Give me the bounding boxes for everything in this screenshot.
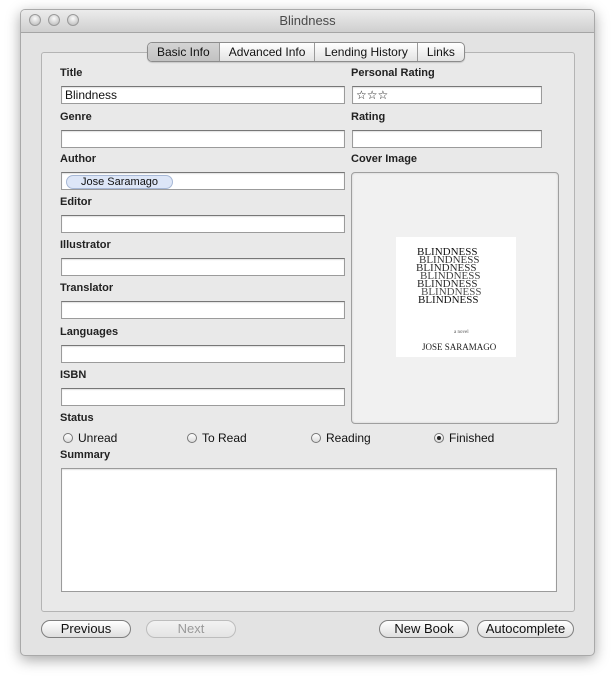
cover-author: JOSE SARAMAGO bbox=[422, 342, 497, 352]
rating-field[interactable]: ▲▼ bbox=[352, 130, 542, 148]
personal-rating-label: Personal Rating bbox=[351, 67, 435, 79]
status-radio-finished[interactable]: Finished bbox=[434, 431, 494, 445]
title-field[interactable]: Blindness bbox=[61, 86, 345, 104]
cover-subtitle: a novel bbox=[454, 330, 469, 335]
radio-button-icon[interactable] bbox=[311, 433, 321, 443]
editor-label: Editor bbox=[60, 196, 92, 208]
isbn-field[interactable] bbox=[61, 388, 345, 406]
previous-button[interactable]: Previous bbox=[41, 620, 131, 638]
editor-field[interactable] bbox=[61, 215, 345, 233]
tab-basic-info[interactable]: Basic Info bbox=[148, 43, 219, 61]
cover-image-well[interactable]: BLINDNESS BLINDNESS BLINDNESS BLINDNESS … bbox=[351, 172, 559, 424]
genre-field[interactable] bbox=[61, 130, 345, 148]
illustrator-field[interactable] bbox=[61, 258, 345, 276]
cover-image-label: Cover Image bbox=[351, 153, 418, 165]
status-option-label: Finished bbox=[449, 431, 495, 445]
cover-title-line: BLINDNESS bbox=[418, 294, 479, 306]
author-label: Author bbox=[60, 153, 97, 165]
translator-field[interactable] bbox=[61, 301, 345, 319]
isbn-label: ISBN bbox=[60, 369, 87, 381]
radio-button-selected-icon[interactable] bbox=[434, 433, 444, 443]
radio-button-icon[interactable] bbox=[187, 433, 197, 443]
languages-field[interactable] bbox=[61, 345, 345, 363]
autocomplete-button[interactable]: Autocomplete bbox=[477, 620, 574, 638]
window-title: Blindness bbox=[279, 13, 336, 28]
illustrator-label: Illustrator bbox=[60, 239, 111, 251]
tab-bar: Basic Info Advanced Info Lending History… bbox=[147, 42, 465, 62]
genre-label: Genre bbox=[60, 111, 92, 123]
personal-rating-field[interactable]: ☆☆☆ ▲▼ bbox=[352, 86, 542, 104]
summary-textarea[interactable] bbox=[61, 468, 557, 592]
status-option-label: To Read bbox=[202, 431, 247, 445]
tab-lending-history[interactable]: Lending History bbox=[314, 43, 416, 61]
tab-advanced-info[interactable]: Advanced Info bbox=[218, 43, 315, 61]
status-option-label: Reading bbox=[326, 431, 371, 445]
translator-label: Translator bbox=[60, 282, 114, 294]
status-label: Status bbox=[60, 412, 94, 424]
radio-button-icon[interactable] bbox=[63, 433, 73, 443]
status-radio-to-read[interactable]: To Read bbox=[187, 431, 247, 445]
languages-label: Languages bbox=[60, 326, 119, 338]
status-radio-unread[interactable]: Unread bbox=[63, 431, 117, 445]
next-button[interactable]: Next bbox=[146, 620, 236, 638]
book-cover-art: BLINDNESS BLINDNESS BLINDNESS BLINDNESS … bbox=[416, 246, 497, 352]
status-radio-reading[interactable]: Reading bbox=[311, 431, 371, 445]
tab-links[interactable]: Links bbox=[416, 43, 464, 61]
author-token-field[interactable]: Jose Saramago bbox=[61, 172, 345, 190]
book-window: Blindness Title Blindness Genre Author J… bbox=[20, 9, 595, 656]
personal-rating-stars: ☆☆☆ bbox=[356, 88, 389, 102]
rating-label: Rating bbox=[351, 111, 386, 123]
title-label: Title bbox=[60, 67, 83, 79]
title-bar[interactable]: Blindness bbox=[21, 10, 594, 33]
author-token[interactable]: Jose Saramago bbox=[66, 175, 174, 189]
summary-label: Summary bbox=[60, 449, 111, 461]
new-book-button[interactable]: New Book bbox=[379, 620, 469, 638]
book-cover-image: BLINDNESS BLINDNESS BLINDNESS BLINDNESS … bbox=[396, 237, 516, 357]
status-option-label: Unread bbox=[78, 431, 118, 445]
